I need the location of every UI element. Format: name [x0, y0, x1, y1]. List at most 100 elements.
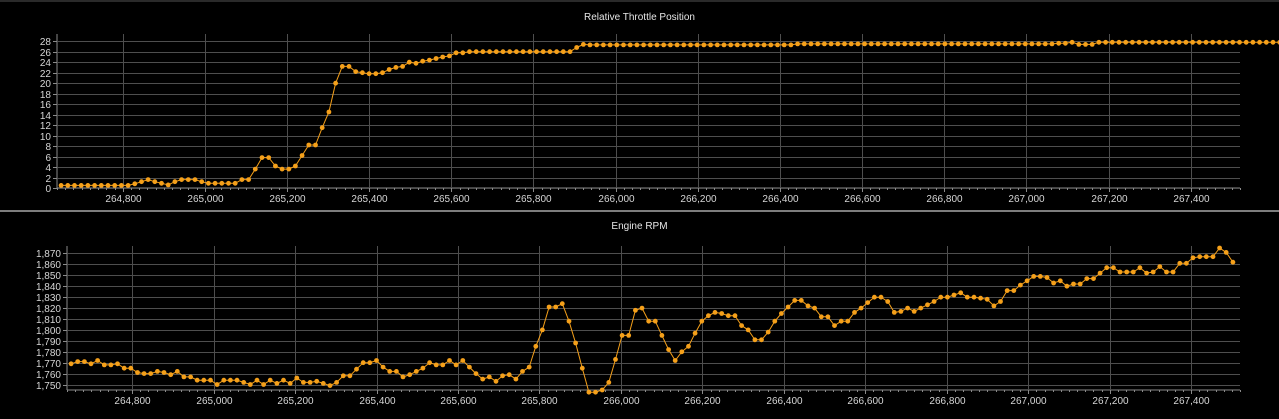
data-point	[1096, 39, 1102, 45]
data-point	[267, 377, 273, 383]
data-point	[633, 307, 638, 313]
y-tick-label: 12	[40, 121, 52, 132]
data-point	[998, 299, 1003, 304]
data-point	[1069, 39, 1075, 45]
data-point	[92, 183, 97, 188]
data-point	[594, 42, 600, 48]
data-point	[88, 361, 94, 367]
data-point	[299, 153, 305, 158]
x-tick-label: 265,400	[359, 396, 396, 407]
data-point	[221, 377, 227, 383]
data-point	[872, 294, 877, 300]
data-point	[801, 41, 807, 47]
y-tick-label: 1,870	[36, 249, 61, 260]
data-point	[152, 179, 158, 185]
data-point	[1031, 274, 1037, 279]
data-point	[1123, 39, 1129, 45]
data-point	[212, 180, 218, 186]
data-point	[540, 49, 546, 55]
data-point	[1111, 265, 1116, 271]
data-point	[185, 177, 191, 183]
data-point	[1176, 39, 1182, 45]
data-point	[1217, 245, 1222, 251]
data-point	[567, 49, 573, 55]
data-point	[1257, 39, 1262, 45]
data-point	[1136, 39, 1142, 45]
data-point	[699, 318, 705, 324]
data-point	[741, 42, 747, 48]
data-point	[480, 49, 486, 55]
data-point	[1190, 39, 1195, 45]
data-point	[373, 71, 379, 77]
data-point	[159, 180, 164, 186]
data-point	[72, 183, 77, 188]
y-tick-label: 28	[40, 37, 52, 48]
rpm-chart-panel: Engine RPM 1,750 1,760 1,770 1,780 1,790 1,80…	[0, 212, 1279, 419]
data-point	[573, 340, 578, 346]
data-point	[506, 372, 512, 378]
data-point	[366, 71, 372, 77]
data-point	[672, 358, 678, 363]
data-point	[858, 305, 864, 311]
y-tick-label: 1,800	[36, 326, 61, 337]
data-point	[808, 41, 814, 47]
data-point	[1063, 40, 1068, 46]
data-point	[447, 53, 452, 59]
data-point	[586, 389, 592, 395]
data-point	[387, 369, 393, 374]
data-point	[701, 42, 707, 48]
data-point	[480, 376, 486, 382]
data-point	[65, 183, 71, 188]
data-point	[964, 294, 970, 300]
data-point	[1091, 276, 1096, 281]
x-tick-label: 267,000	[1010, 396, 1047, 407]
data-point	[1203, 254, 1209, 260]
data-point	[951, 292, 957, 298]
x-tick-label: 266,400	[766, 396, 803, 407]
data-point	[98, 183, 104, 188]
data-point	[427, 360, 432, 366]
x-tick-label: 266,200	[680, 194, 717, 205]
data-point	[878, 294, 884, 300]
data-point	[360, 70, 365, 76]
data-point	[601, 42, 606, 48]
data-point	[172, 179, 178, 185]
data-point	[420, 365, 426, 371]
data-point	[579, 365, 585, 371]
data-point	[971, 294, 977, 300]
data-point	[493, 378, 499, 384]
data-point	[915, 41, 921, 47]
data-point	[319, 125, 325, 131]
y-tick-label: 6	[45, 153, 51, 164]
data-point	[875, 41, 881, 47]
data-point	[925, 302, 930, 308]
data-point	[822, 41, 827, 47]
data-point	[554, 49, 559, 55]
data-point	[1170, 269, 1176, 275]
data-point	[78, 183, 84, 188]
series-line	[70, 247, 1234, 393]
data-point	[135, 370, 140, 375]
x-tick-label: 266,800	[926, 194, 963, 205]
data-point	[719, 311, 725, 316]
x-tick-label: 267,200	[1091, 194, 1128, 205]
data-point	[360, 360, 366, 366]
y-tick-label: 2	[45, 174, 51, 185]
data-point	[661, 42, 667, 48]
data-point	[1056, 40, 1062, 46]
data-point	[239, 177, 245, 183]
data-point	[949, 41, 954, 47]
data-point	[201, 377, 207, 383]
data-point	[574, 45, 580, 50]
x-tick-label: 267,400	[1173, 194, 1210, 205]
data-point	[533, 343, 539, 349]
data-point	[566, 318, 572, 324]
data-point	[708, 42, 713, 48]
data-point	[95, 358, 100, 363]
data-point	[440, 362, 446, 368]
data-point	[199, 179, 205, 185]
data-point	[885, 299, 891, 304]
data-point	[413, 60, 419, 66]
data-point	[942, 41, 948, 47]
data-point	[108, 362, 114, 368]
